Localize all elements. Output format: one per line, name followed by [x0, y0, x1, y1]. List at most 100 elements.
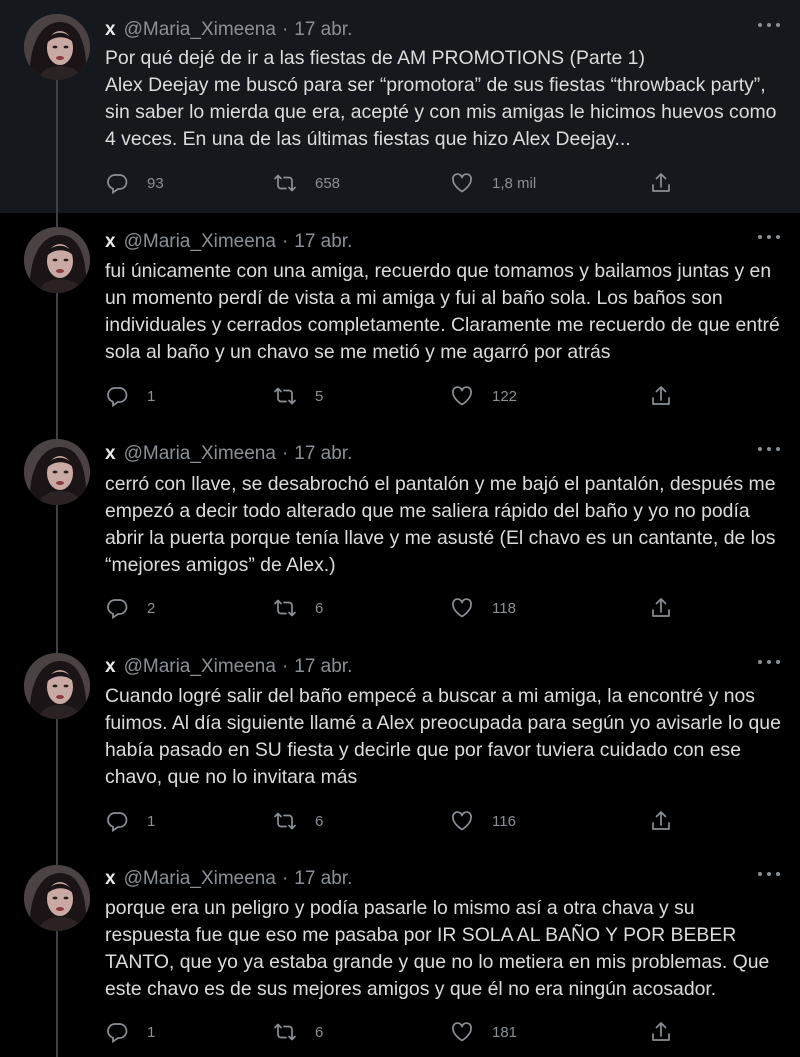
- tweet-text: Por qué dejé de ir a las fiestas de AM P…: [105, 47, 777, 150]
- retweet-button[interactable]: 6: [273, 1020, 323, 1044]
- tweet-header: x @Maria_Ximeena · 17 abr.: [105, 18, 352, 42]
- like-count: 116: [492, 812, 516, 830]
- author-name[interactable]: x: [105, 231, 116, 253]
- separator-dot: ·: [281, 868, 289, 889]
- share-button[interactable]: [649, 384, 691, 408]
- tweet-thread: x @Maria_Ximeena · 17 abr. Por qué dejé de i…: [0, 0, 800, 1057]
- tweet-date[interactable]: 17 abr.: [294, 231, 352, 253]
- separator-dot: ·: [281, 19, 289, 40]
- tweet[interactable]: x @Maria_Ximeena · 17 abr. fui únicamente co…: [0, 213, 800, 440]
- author-handle[interactable]: @Maria_Ximeena: [124, 656, 276, 678]
- like-count: 1,8 mil: [492, 174, 537, 192]
- tweet-date[interactable]: 17 abr.: [294, 656, 352, 678]
- like-icon: [450, 1020, 492, 1044]
- retweet-button[interactable]: 6: [273, 809, 323, 833]
- tweet-date[interactable]: 17 abr.: [294, 19, 352, 41]
- thread-line: [56, 80, 58, 227]
- like-count: 181: [492, 1023, 518, 1041]
- author-name[interactable]: x: [105, 868, 116, 890]
- tweet-actions: 1 6 181: [105, 1019, 685, 1045]
- avatar[interactable]: [24, 439, 90, 505]
- tweet[interactable]: x @Maria_Ximeena · 17 abr. Por qué dejé de i…: [0, 0, 800, 227]
- retweet-count: 6: [315, 1023, 324, 1041]
- reply-count: 1: [147, 812, 156, 830]
- author-name[interactable]: x: [105, 656, 116, 678]
- tweet[interactable]: x @Maria_Ximeena · 17 abr. porque era un pel…: [0, 853, 800, 1057]
- share-icon: [649, 596, 691, 620]
- share-icon: [649, 1020, 691, 1044]
- more-icon[interactable]: [758, 232, 780, 242]
- retweet-count: 6: [315, 599, 324, 617]
- retweet-button[interactable]: 658: [273, 171, 340, 195]
- separator-dot: ·: [281, 443, 289, 464]
- like-button[interactable]: 116: [450, 809, 516, 833]
- tweet[interactable]: x @Maria_Ximeena · 17 abr. Cuando logré sali…: [0, 640, 800, 866]
- reply-count: 2: [147, 599, 156, 617]
- reply-button[interactable]: 2: [105, 596, 155, 620]
- reply-icon: [105, 596, 147, 620]
- like-count: 118: [492, 599, 516, 617]
- author-name[interactable]: x: [105, 19, 116, 41]
- more-icon[interactable]: [758, 657, 780, 667]
- thread-line: [56, 931, 58, 1057]
- avatar-image: [24, 653, 90, 719]
- like-button[interactable]: 181: [450, 1020, 517, 1044]
- avatar[interactable]: [24, 865, 90, 931]
- thread-line: [56, 719, 58, 866]
- avatar[interactable]: [24, 227, 90, 293]
- separator-dot: ·: [281, 656, 289, 677]
- retweet-button[interactable]: 6: [273, 596, 323, 620]
- retweet-icon: [273, 596, 315, 620]
- tweet-text: porque era un peligro y podía pasarle lo…: [105, 897, 770, 1000]
- more-icon[interactable]: [758, 444, 780, 454]
- tweet-actions: 1 5 122: [105, 383, 685, 409]
- tweet-actions: 2 6 118: [105, 595, 685, 621]
- share-icon: [649, 809, 691, 833]
- avatar-image: [24, 227, 90, 293]
- like-icon: [450, 596, 492, 620]
- tweet-header: x @Maria_Ximeena · 17 abr.: [105, 655, 352, 679]
- like-icon: [450, 384, 492, 408]
- author-handle[interactable]: @Maria_Ximeena: [124, 443, 276, 465]
- author-name[interactable]: x: [105, 443, 116, 465]
- share-button[interactable]: [649, 171, 691, 195]
- retweet-count: 5: [315, 387, 324, 405]
- reply-count: 93: [147, 174, 164, 192]
- avatar[interactable]: [24, 653, 90, 719]
- reply-count: 1: [147, 1023, 156, 1041]
- share-button[interactable]: [649, 596, 691, 620]
- more-icon[interactable]: [758, 869, 780, 879]
- more-icon[interactable]: [758, 20, 780, 30]
- like-icon: [450, 171, 492, 195]
- retweet-icon: [273, 171, 315, 195]
- tweet-date[interactable]: 17 abr.: [294, 443, 352, 465]
- tweet-text: fui únicamente con una amiga, recuerdo q…: [105, 260, 780, 363]
- thread-line: [56, 293, 58, 440]
- share-button[interactable]: [649, 809, 691, 833]
- like-button[interactable]: 1,8 mil: [450, 171, 536, 195]
- reply-button[interactable]: 1: [105, 1020, 155, 1044]
- avatar-image: [24, 865, 90, 931]
- like-button[interactable]: 122: [450, 384, 517, 408]
- like-button[interactable]: 118: [450, 596, 516, 620]
- tweet-header: x @Maria_Ximeena · 17 abr.: [105, 442, 352, 466]
- retweet-icon: [273, 809, 315, 833]
- avatar[interactable]: [24, 14, 90, 80]
- reply-icon: [105, 1020, 147, 1044]
- author-handle[interactable]: @Maria_Ximeena: [124, 19, 276, 41]
- reply-button[interactable]: 93: [105, 171, 164, 195]
- author-handle[interactable]: @Maria_Ximeena: [124, 231, 276, 253]
- share-icon: [649, 384, 691, 408]
- reply-button[interactable]: 1: [105, 809, 155, 833]
- share-button[interactable]: [649, 1020, 691, 1044]
- reply-button[interactable]: 1: [105, 384, 155, 408]
- retweet-button[interactable]: 5: [273, 384, 323, 408]
- thread-line: [56, 505, 58, 653]
- tweet[interactable]: x @Maria_Ximeena · 17 abr. cerró con llave, …: [0, 426, 800, 653]
- tweet-date[interactable]: 17 abr.: [294, 868, 352, 890]
- reply-icon: [105, 809, 147, 833]
- author-handle[interactable]: @Maria_Ximeena: [124, 868, 276, 890]
- share-icon: [649, 171, 691, 195]
- tweet-actions: 1 6 116: [105, 808, 685, 834]
- tweet-header: x @Maria_Ximeena · 17 abr.: [105, 867, 352, 891]
